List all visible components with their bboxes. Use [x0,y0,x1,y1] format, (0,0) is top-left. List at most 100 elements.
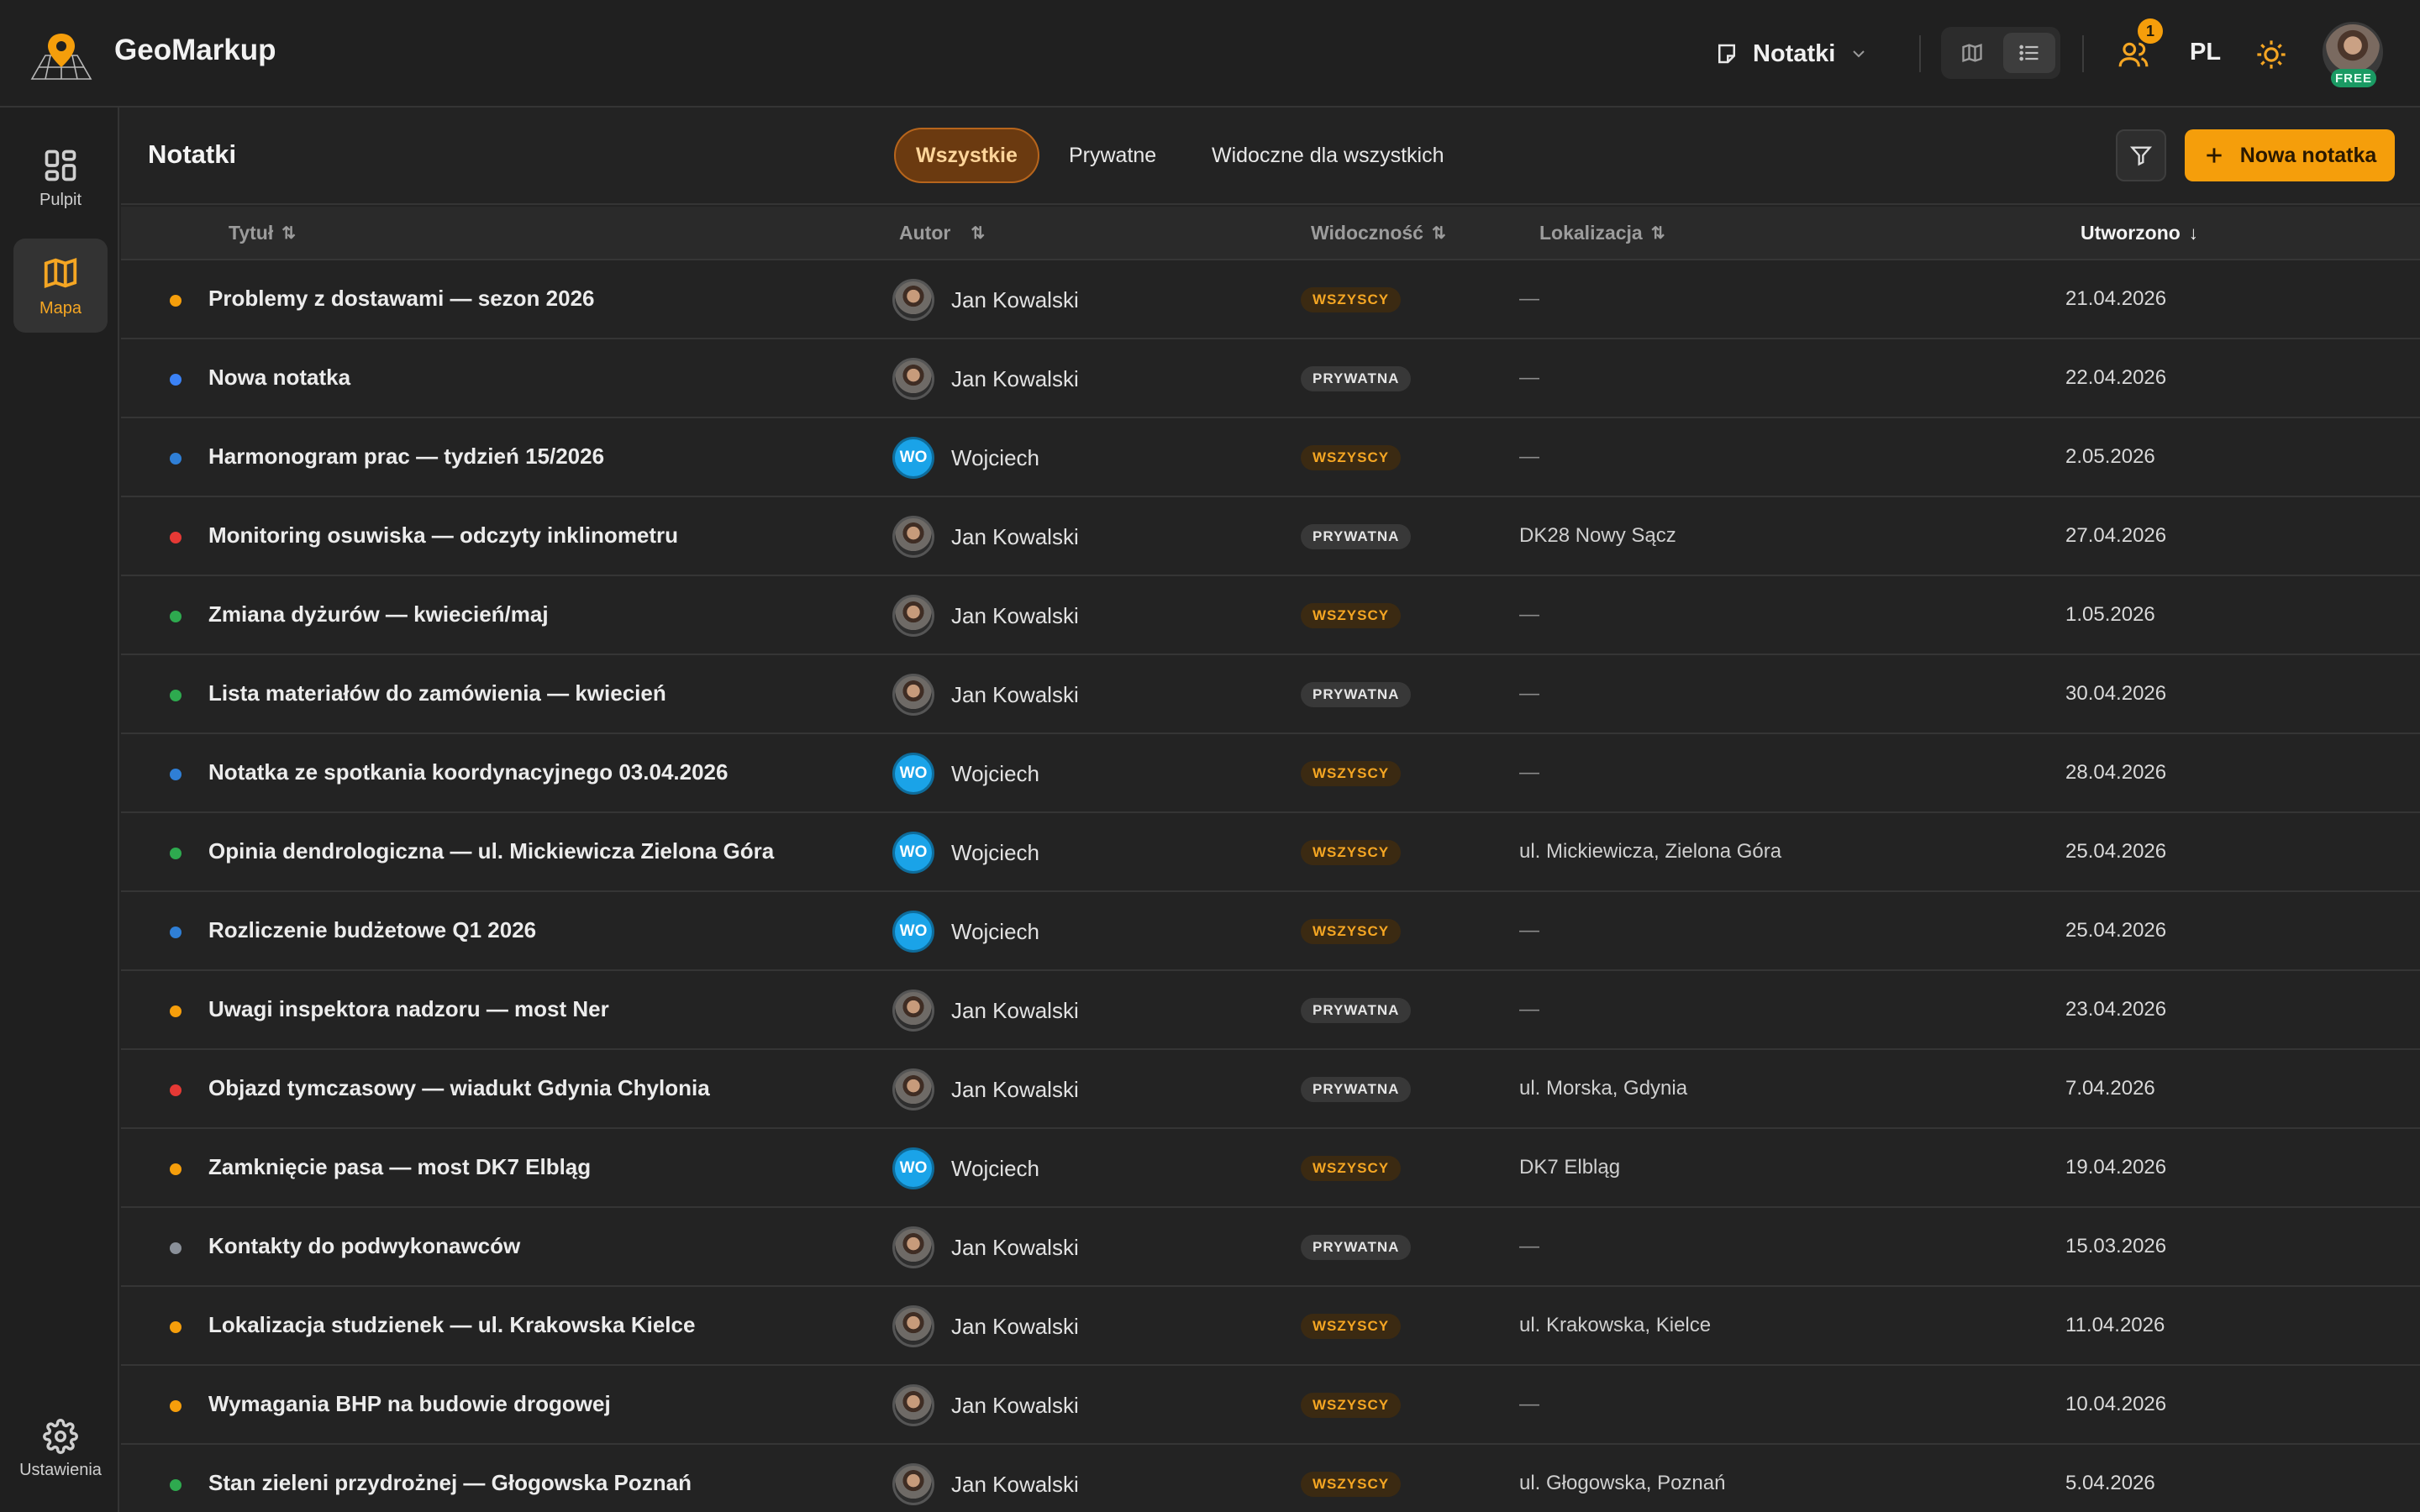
table-row[interactable]: Notatka ze spotkania koordynacyjnego 03.… [121,734,2420,813]
note-title[interactable]: Opinia dendrologiczna — ul. Mickiewicza … [208,838,774,864]
table-row[interactable]: Problemy z dostawami — sezon 2026 Jan Kow… [121,260,2420,339]
visibility-badge: PRYWATNA [1301,682,1412,707]
mode-dropdown[interactable]: Notatki [1714,34,1869,74]
new-note-label: Nowa notatka [2239,143,2377,167]
note-title[interactable]: Lista materiałów do zamówienia — kwiecie… [208,680,666,706]
column-author[interactable]: Autor ⇅ [899,222,985,244]
author-name: Wojciech [951,445,1040,470]
map-view-button[interactable] [1946,33,1998,73]
table-row[interactable]: Monitoring osuwiska — odczyty inklinomet… [121,497,2420,576]
note-title[interactable]: Monitoring osuwiska — odczyty inklinomet… [208,522,678,549]
avatar [892,990,934,1032]
created-date: 7.04.2026 [2065,1077,2155,1100]
sidebar-item-dashboard[interactable]: Pulpit [13,131,108,225]
column-title[interactable]: Tytuł ⇅ [229,222,296,244]
created-date: 22.04.2026 [2065,366,2167,389]
table-row[interactable]: Harmonogram prac — tydzień 15/2026 WO Wojc… [121,418,2420,497]
created-date: 2.05.2026 [2065,445,2155,468]
table-row[interactable]: Stan zieleni przydrożnej — Głogowska Poz… [121,1445,2420,1512]
table-row[interactable]: Objazd tymczasowy — wiadukt Gdynia Chylo… [121,1050,2420,1129]
status-dot [170,690,182,701]
created-date: 10.04.2026 [2065,1393,2167,1415]
avatar [892,1384,934,1426]
created-date: 19.04.2026 [2065,1156,2167,1179]
note-title[interactable]: Harmonogram prac — tydzień 15/2026 [208,444,604,470]
divider [2082,35,2084,72]
visibility-badge: WSZYSCY [1301,603,1402,628]
location-cell: ul. Mickiewicza, Zielona Góra [1519,840,1782,863]
filter-icon [2129,146,2153,166]
table-row[interactable]: Lokalizacja studzienek — ul. Krakowska K… [121,1287,2420,1366]
table-row[interactable]: Kontakty do podwykonawców Jan Kowalski PRY… [121,1208,2420,1287]
visibility-badge: WSZYSCY [1301,840,1402,865]
dashboard-icon [45,150,76,181]
language-switch[interactable]: PL [2190,39,2221,66]
tab-private[interactable]: Prywatne [1049,128,1176,183]
status-dot [170,927,182,938]
tab-all[interactable]: Wszystkie [894,128,1039,183]
note-title[interactable]: Zmiana dyżurów — kwiecień/maj [208,601,549,627]
note-title[interactable]: Lokalizacja studzienek — ul. Krakowska K… [208,1312,695,1338]
author-name: Wojciech [951,1156,1040,1181]
location-cell: — [1519,445,1539,468]
note-title[interactable]: Nowa notatka [208,365,350,391]
gear-icon [43,1418,78,1454]
author-name: Wojciech [951,919,1040,944]
location-cell: — [1519,603,1539,626]
note-title[interactable]: Problemy z dostawami — sezon 2026 [208,286,595,312]
location-cell: DK7 Elbląg [1519,1156,1621,1179]
created-date: 1.05.2026 [2065,603,2155,626]
created-date: 15.03.2026 [2065,1235,2167,1257]
column-created[interactable]: Utworzono ↓ [2081,222,2198,244]
note-title[interactable]: Notatka ze spotkania koordynacyjnego 03.… [208,759,728,785]
theme-toggle-button[interactable] [2250,34,2292,76]
created-date: 5.04.2026 [2065,1472,2155,1494]
sort-icon: ⇅ [281,224,296,243]
note-title[interactable]: Objazd tymczasowy — wiadukt Gdynia Chylo… [208,1075,710,1101]
list-view-button[interactable] [2003,33,2055,73]
table-row[interactable]: Opinia dendrologiczna — ul. Mickiewicza … [121,813,2420,892]
new-note-button[interactable]: Nowa notatka [2185,129,2395,181]
status-dot [170,453,182,465]
note-title[interactable]: Rozliczenie budżetowe Q1 2026 [208,917,536,943]
note-title[interactable]: Stan zieleni przydrożnej — Głogowska Poz… [208,1470,692,1496]
table-row[interactable]: Rozliczenie budżetowe Q1 2026 WO Wojciech W… [121,892,2420,971]
note-title[interactable]: Uwagi inspektora nadzoru — most Ner [208,996,609,1022]
created-date: 25.04.2026 [2065,919,2167,942]
author-name: Jan Kowalski [951,1077,1079,1102]
avatar [892,358,934,400]
table-row[interactable]: Nowa notatka Jan Kowalski PRYWATNA — 22.04.2… [121,339,2420,418]
sidebar-item-settings[interactable]: Ustawienia [13,1403,108,1495]
table-row[interactable]: Zamknięcie pasa — most DK7 Elbląg WO Wojci… [121,1129,2420,1208]
location-cell: — [1519,682,1539,705]
table-row[interactable]: Zmiana dyżurów — kwiecień/maj Jan Kowalsk… [121,576,2420,655]
tab-public[interactable]: Widoczne dla wszystkich [1192,128,1464,183]
note-title[interactable]: Kontakty do podwykonawców [208,1233,520,1259]
note-title[interactable]: Zamknięcie pasa — most DK7 Elbląg [208,1154,591,1180]
column-location[interactable]: Lokalizacja ⇅ [1539,222,1665,244]
visibility-badge: WSZYSCY [1301,1472,1402,1497]
visibility-badge: WSZYSCY [1301,919,1402,944]
column-visibility[interactable]: Widoczność ⇅ [1311,222,1446,244]
table-row[interactable]: Uwagi inspektora nadzoru — most Ner Jan K… [121,971,2420,1050]
notes-table-body: Problemy z dostawami — sezon 2026 Jan Kow… [121,260,2420,1512]
author-name: Jan Kowalski [951,366,1079,391]
visibility-badge: WSZYSCY [1301,1314,1402,1339]
table-header: Tytuł ⇅ Autor ⇅ Widoczność ⇅ Lokalizacja… [121,207,2420,260]
avatar [892,279,934,321]
chevron-down-icon [1853,50,1865,58]
sidebar-item-map[interactable]: Mapa [13,239,108,333]
page-title: Notatki [148,139,237,169]
filter-button[interactable] [2116,129,2166,181]
note-title[interactable]: Wymagania BHP na budowie drogowej [208,1391,611,1417]
table-row[interactable]: Wymagania BHP na budowie drogowej Jan Kow… [121,1366,2420,1445]
status-dot [170,1400,182,1412]
visibility-badge: WSZYSCY [1301,445,1402,470]
visibility-badge: WSZYSCY [1301,1393,1402,1418]
table-row[interactable]: Lista materiałów do zamówienia — kwiecie… [121,655,2420,734]
location-cell: — [1519,366,1539,389]
sort-desc-icon: ↓ [2188,222,2198,244]
visibility-badge: PRYWATNA [1301,1077,1412,1102]
location-cell: — [1519,1393,1539,1415]
sort-icon: ⇅ [971,224,986,243]
